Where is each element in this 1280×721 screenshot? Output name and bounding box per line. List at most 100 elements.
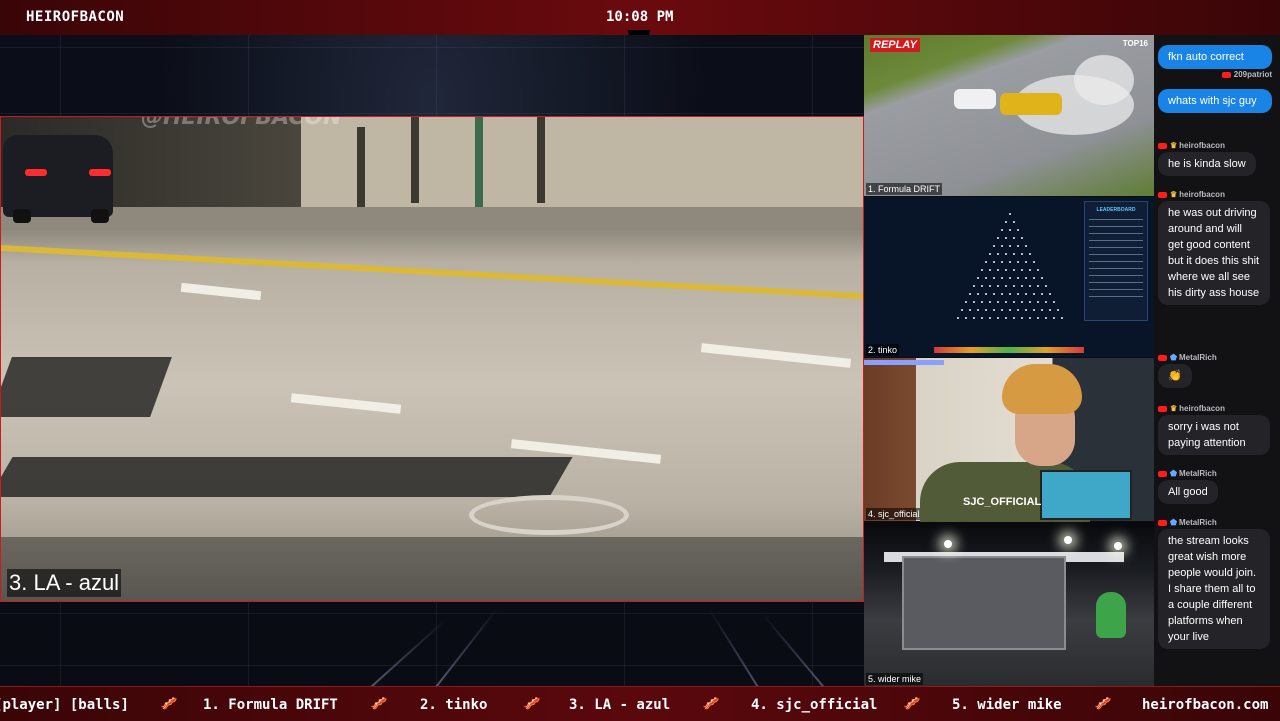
plinko-peg (1009, 261, 1011, 263)
chat-bubble: All good (1158, 480, 1218, 504)
plinko-peg (1013, 237, 1015, 239)
plinko-peg (989, 301, 991, 303)
plinko-peg (1001, 277, 1003, 279)
chat-author: ♛ heirofbacon (1158, 140, 1276, 152)
plinko-peg (1013, 269, 1015, 271)
plinko-peg (989, 285, 991, 287)
plinko-peg (977, 277, 979, 279)
plinko-slots (934, 347, 1084, 353)
tile-formula-drift[interactable]: REPLAY TOP16 1. Formula DRIFT (864, 35, 1154, 196)
plinko-peg (977, 293, 979, 295)
bacon-icon: 🥓 (702, 696, 720, 712)
chat-bubble: he is kinda slow (1158, 152, 1256, 176)
plinko-peg (1033, 293, 1035, 295)
youtube-icon (1158, 405, 1167, 412)
plinko-peg (997, 317, 999, 319)
bacon-icon: 🥓 (903, 696, 921, 712)
plinko-peg (985, 277, 987, 279)
car (3, 135, 113, 223)
plinko-peg (1041, 309, 1043, 311)
chat-message: ♛ heirofbacon sorry i was not paying atte… (1158, 403, 1276, 455)
chat-panel[interactable]: fkn auto correct 209patriot whats with s… (1154, 35, 1280, 686)
plinko-peg (1017, 309, 1019, 311)
plinko-peg (993, 261, 995, 263)
chat-message: ⬟ MetalRich 👏 (1158, 352, 1276, 388)
plinko-peg (1021, 237, 1023, 239)
plinko-peg (1013, 285, 1015, 287)
plinko-peg (1017, 261, 1019, 263)
leaderboard: LEADERBOARD (1084, 201, 1148, 321)
plinko-peg (1025, 245, 1027, 247)
plinko-peg (993, 309, 995, 311)
ticker-item: 3. LA - azul (569, 697, 671, 713)
plinko-peg (1029, 253, 1031, 255)
plinko-peg (1001, 309, 1003, 311)
manhole (469, 495, 629, 535)
plinko-peg (1045, 317, 1047, 319)
crown-icon: ♛ (1170, 190, 1178, 199)
chat-message: ♛ heirofbacon he is kinda slow (1158, 140, 1276, 176)
plinko-peg (997, 253, 999, 255)
plinko-peg (969, 309, 971, 311)
plinko-peg (997, 237, 999, 239)
plinko-peg (973, 317, 975, 319)
plinko-peg (985, 293, 987, 295)
sjc-overlay: SJC_OFFICIAL (963, 496, 1042, 508)
plinko-peg (981, 317, 983, 319)
ticker-item: 5. wider mike (952, 697, 1062, 713)
bacon-icon: 🥓 (370, 696, 388, 712)
chat-bubble: the stream looks great wish more people … (1158, 529, 1270, 649)
chat-message: fkn auto correct 209patriot (1158, 45, 1276, 81)
plinko-peg (989, 253, 991, 255)
fish-tank (1040, 470, 1132, 520)
replay-badge: REPLAY (870, 38, 920, 52)
chat-message: ♛ heirofbacon he was out driving around a… (1158, 189, 1276, 305)
plinko-peg (1005, 317, 1007, 319)
plinko-peg (1013, 301, 1015, 303)
chat-bubble: fkn auto correct (1158, 45, 1272, 69)
plinko-peg (1021, 285, 1023, 287)
plinko-peg (1001, 293, 1003, 295)
plinko-peg (1025, 293, 1027, 295)
plinko-peg (1041, 293, 1043, 295)
plinko-peg (1037, 269, 1039, 271)
bottom-ticker: [player] [balls] 🥓 1. Formula DRIFT 🥓 2.… (0, 686, 1280, 721)
plinko-peg (1053, 301, 1055, 303)
plinko-peg (1017, 245, 1019, 247)
plinko-peg (1049, 293, 1051, 295)
tile-wider-mike[interactable]: 5. wider mike (864, 522, 1154, 686)
plinko-peg (1009, 245, 1011, 247)
ticker-item: heirofbacon.com (1142, 697, 1269, 713)
main-video-label: 3. LA - azul (7, 569, 122, 597)
sidewalk (1, 207, 863, 229)
plinko-peg (1013, 317, 1015, 319)
plinko-peg (957, 317, 959, 319)
plinko-peg (1021, 317, 1023, 319)
plinko-peg (1005, 285, 1007, 287)
plinko-peg (981, 301, 983, 303)
chat-bubble: sorry i was not paying attention (1158, 415, 1270, 455)
chat-author: ♛ heirofbacon (1158, 189, 1276, 201)
progress-bar (864, 360, 944, 365)
ticker-item: 2. tinko (420, 697, 488, 713)
plinko-peg (1013, 221, 1015, 223)
bacon-icon: 🥓 (523, 696, 541, 712)
main-video-feed[interactable]: @HEIROFBACON 3. LA - azul (0, 116, 864, 602)
tile-tinko[interactable]: LEADERBOARD 2. tinko (864, 197, 1154, 357)
youtube-icon (1158, 519, 1167, 526)
plinko-peg (989, 269, 991, 271)
plinko-peg (1033, 261, 1035, 263)
chat-author: ♛ heirofbacon (1158, 403, 1276, 415)
clock: 10:08 PM (606, 9, 674, 25)
plinko-peg (1021, 269, 1023, 271)
plinko-peg (1005, 237, 1007, 239)
shield-icon: ⬟ (1170, 353, 1177, 362)
plinko-peg (1005, 301, 1007, 303)
storefront (902, 556, 1066, 650)
bacon-icon: 🥓 (160, 696, 178, 712)
plinko-peg (1037, 317, 1039, 319)
plinko-peg (1009, 277, 1011, 279)
plinko-peg (965, 301, 967, 303)
youtube-icon (1158, 142, 1167, 149)
plinko-peg (1025, 277, 1027, 279)
